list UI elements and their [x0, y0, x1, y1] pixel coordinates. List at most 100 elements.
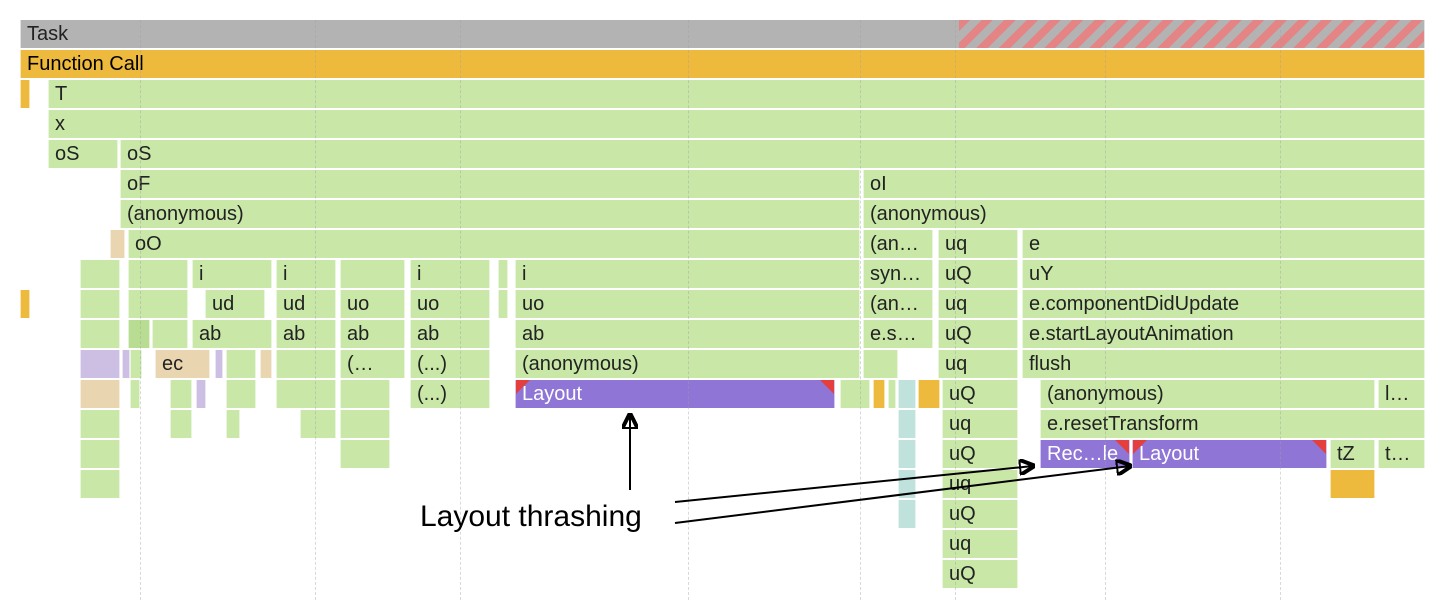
flame-bar-lilac-sliver-3[interactable]	[196, 380, 206, 408]
flame-bar-green-stub-x[interactable]	[80, 470, 120, 498]
flame-bar-layout-1[interactable]: Layout	[515, 380, 835, 408]
flame-bar-recalculate[interactable]: Rec…le	[1040, 440, 1130, 468]
flame-bar-tZ[interactable]: tZ	[1330, 440, 1375, 468]
flame-bar-orange-sliver[interactable]	[20, 80, 30, 108]
flame-bar-ec[interactable]: ec	[155, 350, 210, 378]
flame-bar-green-sliver-r[interactable]	[170, 410, 192, 438]
flame-bar-i-gap[interactable]	[340, 260, 405, 288]
flame-bar-green-sliver-k[interactable]	[130, 380, 140, 408]
flame-bar-ud-1[interactable]: ud	[205, 290, 265, 318]
flame-bar-green-sliver-s[interactable]	[226, 410, 240, 438]
flame-bar-green-sliver-i[interactable]	[276, 350, 336, 378]
flame-bar-green-stub-v[interactable]	[80, 440, 120, 468]
flame-bar-green-sliver-l[interactable]	[170, 380, 192, 408]
flame-bar-ab-2[interactable]: ab	[276, 320, 336, 348]
flame-bar-i-1[interactable]: i	[192, 260, 272, 288]
flame-bar-green-sliver-n[interactable]	[276, 380, 336, 408]
flame-bar-uq-5[interactable]: uq	[942, 470, 1018, 498]
flame-bar-green-after-layout[interactable]	[840, 380, 870, 408]
flame-bar-t-dots[interactable]: t…	[1378, 440, 1425, 468]
flame-bar-syn-te[interactable]: syn…te	[863, 260, 933, 288]
flame-bar-green-stub-c[interactable]	[80, 290, 120, 318]
flame-bar-lilac-stub-1[interactable]	[80, 350, 120, 378]
flame-bar-green-stub-q[interactable]	[80, 410, 120, 438]
flame-bar-an-s-2[interactable]: (an…s)	[863, 290, 933, 318]
flame-bar-uQ-2[interactable]: uQ	[938, 320, 1018, 348]
flame-bar-lilac-sliver-2[interactable]	[215, 350, 223, 378]
flame-bar-tan-stub-1[interactable]	[110, 230, 125, 258]
flame-bar-e[interactable]: e	[1022, 230, 1425, 258]
flame-bar-green-stub-e[interactable]	[80, 320, 120, 348]
flame-bar-green-sliver-o[interactable]	[340, 380, 390, 408]
flame-bar-oI[interactable]: oI	[863, 170, 1425, 198]
flame-bar-green-sliver-u[interactable]	[340, 410, 390, 438]
flame-bar-ab-3[interactable]: ab	[340, 320, 405, 348]
flame-bar-uQ-5[interactable]: uQ	[942, 500, 1018, 528]
flame-bar-orange-stub-1[interactable]	[918, 380, 940, 408]
flame-bar-dots-1[interactable]: (…	[340, 350, 405, 378]
flame-bar-teal-stub-5[interactable]	[898, 500, 916, 528]
flame-bar-uQ-6[interactable]: uQ	[942, 560, 1018, 588]
flame-bar-oS-1[interactable]: oS	[48, 140, 118, 168]
flame-bar-green-sliver-1[interactable]	[498, 260, 508, 288]
flame-bar-green-sliver-2a[interactable]	[498, 290, 508, 318]
flame-bar-componentDidUpdate[interactable]: e.componentDidUpdate	[1022, 290, 1425, 318]
flame-bar-uQ-4[interactable]: uQ	[942, 440, 1018, 468]
flame-bar-dots-3[interactable]: (...)	[410, 380, 490, 408]
flame-bar-green-stub-d[interactable]	[128, 290, 188, 318]
flame-bar-green-stub-b[interactable]	[128, 260, 188, 288]
flame-bar-anonymous-1[interactable]: (anonymous)	[120, 200, 860, 228]
flame-bar-i-2[interactable]: i	[276, 260, 336, 288]
flame-bar-greend-stub[interactable]	[128, 320, 150, 348]
flame-bar-green-stub-f[interactable]	[152, 320, 188, 348]
flame-bar-startLayoutAnimation[interactable]: e.startLayoutAnimation	[1022, 320, 1425, 348]
flame-bar-green-sliver-p[interactable]	[888, 380, 896, 408]
flame-bar-ab-1[interactable]: ab	[192, 320, 272, 348]
flame-bar-green-stub-a[interactable]	[80, 260, 120, 288]
flame-bar-green-sliver-h[interactable]	[226, 350, 256, 378]
flame-bar-green-sliver-t[interactable]	[300, 410, 336, 438]
flame-bar-ab-4[interactable]: ab	[410, 320, 490, 348]
flame-bar-uq-4[interactable]: uq	[942, 410, 1018, 438]
flame-bar-lilac-sliver-1[interactable]	[122, 350, 130, 378]
flame-bar-uY[interactable]: uY	[1022, 260, 1425, 288]
flame-bar-teal-stub-4[interactable]	[898, 470, 916, 498]
flame-bar-uq-2[interactable]: uq	[938, 290, 1018, 318]
flame-bar-uq-1[interactable]: uq	[938, 230, 1018, 258]
flame-bar-dots-2[interactable]: (...)	[410, 350, 490, 378]
flame-bar-flush[interactable]: flush	[1022, 350, 1425, 378]
flame-bar-x[interactable]: x	[48, 110, 1425, 138]
flame-bar-green-sliver-m[interactable]	[226, 380, 256, 408]
flame-bar-uq-3[interactable]: uq	[938, 350, 1018, 378]
flame-bar-green-sliver-j[interactable]	[863, 350, 898, 378]
flame-bar-uQ-1[interactable]: uQ	[938, 260, 1018, 288]
flame-bar-green-sliver-w[interactable]	[340, 440, 390, 468]
flame-bar-orange-sliver-3[interactable]	[873, 380, 885, 408]
flame-bar-uQ-3[interactable]: uQ	[942, 380, 1018, 408]
flame-bar-teal-stub-3[interactable]	[898, 440, 916, 468]
flame-bar-resetTransform[interactable]: e.resetTransform	[1040, 410, 1425, 438]
flame-bar-oO[interactable]: oO	[128, 230, 860, 258]
flame-bar-orange-sliver-2[interactable]	[20, 290, 30, 318]
flame-bar-tan-sliver[interactable]	[260, 350, 272, 378]
flame-bar-anonymous-2[interactable]: (anonymous)	[863, 200, 1425, 228]
flame-bar-tan-stub-2[interactable]	[80, 380, 120, 408]
flame-bar-uo-1[interactable]: uo	[340, 290, 405, 318]
flame-bar-e-s-ox[interactable]: e.s…ox	[863, 320, 933, 348]
flame-bar-task[interactable]: Task	[20, 20, 1425, 48]
flame-bar-an-s-1[interactable]: (an…s)	[863, 230, 933, 258]
flame-bar-uo-2[interactable]: uo	[410, 290, 490, 318]
flame-bar-oF[interactable]: oF	[120, 170, 860, 198]
flame-bar-uq-6[interactable]: uq	[942, 530, 1018, 558]
flame-bar-function-call[interactable]: Function Call	[20, 50, 1425, 78]
flame-bar-l-dots[interactable]: l…	[1378, 380, 1425, 408]
flame-bar-ud-2[interactable]: ud	[276, 290, 336, 318]
flame-chart[interactable]: TaskFunction CallTxoSoSoFoI(anonymous)(a…	[20, 20, 1425, 600]
flame-bar-i-3[interactable]: i	[410, 260, 490, 288]
flame-bar-teal-stub-1[interactable]	[898, 380, 916, 408]
flame-bar-T[interactable]: T	[48, 80, 1425, 108]
flame-bar-layout-2[interactable]: Layout	[1132, 440, 1327, 468]
flame-bar-orange-stub-2[interactable]	[1330, 470, 1375, 498]
flame-bar-teal-stub-2[interactable]	[898, 410, 916, 438]
flame-bar-anonymous-4[interactable]: (anonymous)	[1040, 380, 1375, 408]
